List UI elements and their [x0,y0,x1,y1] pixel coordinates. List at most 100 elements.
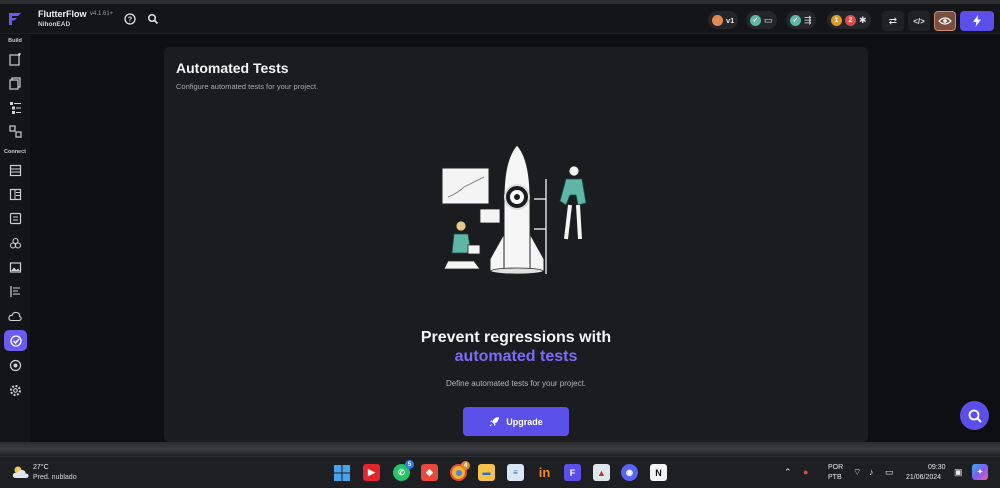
weather-description: Pred. nublado [33,474,77,481]
page-subtitle: Configure automated tests for your proje… [176,82,319,91]
language-secondary[interactable]: PTB [828,474,842,481]
cloud-icon [8,311,22,321]
rocket-icon [489,417,500,427]
issues-pill[interactable]: 1 2 ✱ [827,11,871,29]
notification-icon[interactable]: ▣ [954,467,963,478]
theme-icon [9,237,21,249]
invision-app[interactable]: in [536,464,553,481]
copilot-icon: ✦ [977,469,983,476]
upgrade-button[interactable]: Upgrade [463,407,569,436]
flutterflow-logo-icon[interactable] [6,10,24,28]
weather-widget[interactable]: 27°C Pred. nublado [8,457,98,488]
sidebar-item-widget-tree[interactable] [7,99,23,115]
battery-icon[interactable]: ▭ [885,467,894,478]
bug-icon: ✱ [859,14,867,25]
status-pill-actions[interactable]: ✓ ⇶ [786,11,816,29]
cloud-weather-icon [12,466,29,478]
anydesk-icon: ◆ [426,467,433,477]
invision-icon: in [538,465,551,480]
comments-icon: ▭ [764,14,773,25]
tray-app-icon[interactable]: ● [803,467,808,477]
notion-app[interactable]: N [650,464,667,481]
sidebar: Build Connect [0,35,30,455]
paint-icon: ▲ [597,467,606,478]
notepad-icon: ≡ [513,468,518,477]
pages-icon [8,76,21,90]
chat-search-button[interactable] [960,401,989,430]
sidebar-section-connect: Connect [4,149,26,155]
svg-text:?: ? [128,17,132,24]
notepad-app[interactable]: ≡ [507,464,524,481]
sidebar-item-components[interactable] [7,123,23,139]
storyboard-icon [9,285,20,297]
preview-button[interactable] [934,11,956,31]
code-button[interactable]: </> [908,11,930,31]
warning-count: 1 [831,14,842,26]
sidebar-item-cloud-functions[interactable] [7,308,23,324]
version-label: v1 [726,15,735,25]
sidebar-item-storyboard[interactable] [7,283,23,299]
notion-icon: N [655,467,662,478]
empty-state-description: Define automated tests for your project. [445,379,587,388]
sidebar-item-pages[interactable] [7,75,23,91]
whatsapp-icon: ✆ [398,468,405,477]
copilot-button[interactable]: ✦ [972,464,988,480]
version-pill[interactable]: v1 [708,11,739,29]
discord-app[interactable]: ◉ [621,464,638,481]
tray-overflow-chevron-icon[interactable]: ⌃ [784,467,792,478]
sidebar-item-add-page[interactable] [7,51,23,67]
add-page-icon [8,52,21,66]
sidebar-item-automated-tests[interactable] [4,330,27,351]
sidebar-item-media[interactable] [7,259,23,275]
sidebar-item-database[interactable] [7,162,23,178]
speaker-icon[interactable]: ♪ [869,467,874,477]
sidebar-item-settings[interactable] [7,382,23,398]
chrome-app[interactable]: 4 [450,461,470,481]
run-button[interactable] [960,11,994,31]
app-version: v4.1.61+ [90,11,114,17]
app-state-icon [9,188,21,200]
chrome-badge: 4 [461,461,470,470]
app-title: FlutterFlow [38,9,87,19]
upgrade-label: Upgrade [506,416,543,427]
desktop-background [0,442,1000,456]
sidebar-item-theme[interactable] [7,235,23,251]
sidebar-item-app-state[interactable] [7,186,23,202]
project-name[interactable]: NihonEAD [38,21,70,28]
chat-search-icon [968,409,982,423]
whatsapp-app[interactable]: ✆ 5 [393,460,414,481]
api-icon [9,212,21,224]
file-explorer-app[interactable]: ▬ [478,464,495,481]
automated-tests-panel: Automated Tests Configure automated test… [164,47,868,442]
sidebar-item-api[interactable] [7,210,23,226]
paint-app[interactable]: ▲ [593,464,610,481]
share-button[interactable]: ⇄ [882,11,904,31]
media-icon [9,261,21,273]
clock-date[interactable]: 21/06/2024 [906,474,941,481]
flutterflow-app[interactable]: F [564,464,581,481]
status-pill-comments[interactable]: ✓ ▭ [746,11,777,29]
code-icon: </> [913,16,925,26]
agents-icon [9,359,21,371]
anydesk-app[interactable]: ◆ [421,464,438,481]
search-icon[interactable] [147,13,159,25]
windows-icon [333,464,350,481]
start-button[interactable] [333,464,350,481]
lightning-icon [973,15,981,27]
user-avatar-icon [712,14,723,26]
wifi-icon[interactable]: ⌔ [853,467,861,478]
sidebar-item-agents[interactable] [7,357,23,373]
help-icon[interactable]: ? [124,13,136,25]
language-primary[interactable]: POR [828,464,843,471]
run-list-icon: ⇶ [804,14,812,25]
whatsapp-badge: 5 [405,460,414,469]
automated-tests-icon [9,334,22,347]
discord-icon: ◉ [626,468,633,477]
chrome-icon [455,469,462,476]
headline-line2: automated tests [454,348,578,365]
youtube-app[interactable]: ▶ [363,464,380,481]
top-bar: FlutterFlow v4.1.61+ NihonEAD ? v1 ✓ ▭ ✓… [0,4,1000,34]
components-icon [8,124,22,138]
check-icon: ✓ [790,14,801,26]
clock-time[interactable]: 09:30 [928,464,946,471]
